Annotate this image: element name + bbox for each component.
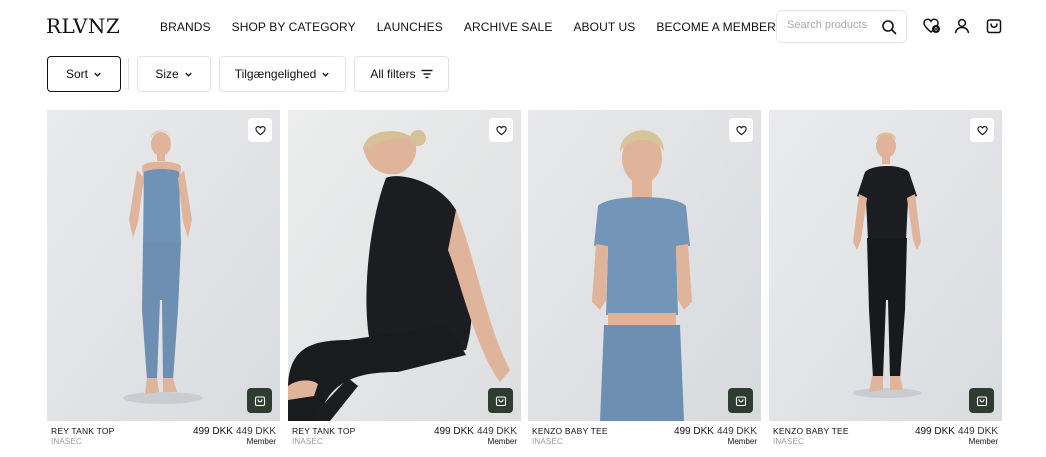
product-price: 499 DKK 449 DKK: [193, 426, 276, 437]
search-input[interactable]: [787, 19, 877, 31]
all-filters-label: All filters: [370, 67, 416, 81]
regular-price: 499 DKK: [673, 426, 714, 437]
availability-filter-button[interactable]: Tilgængelighed: [219, 56, 346, 92]
filter-lines-icon: [421, 69, 433, 79]
nav-item-shop-by-category[interactable]: SHOP BY CATEGORY: [232, 20, 356, 34]
bag-icon: [976, 395, 987, 406]
product-name[interactable]: REY TANK TOP: [51, 426, 115, 436]
nav-item-about-us[interactable]: ABOUT US: [573, 20, 635, 34]
cart-icon[interactable]: [985, 17, 1003, 35]
sort-label: Sort: [65, 67, 88, 81]
bag-icon: [495, 395, 506, 406]
wishlist-icon[interactable]: 0: [923, 17, 941, 35]
nav-item-brands[interactable]: BRANDS: [160, 20, 211, 34]
bag-icon: [254, 395, 265, 406]
all-filters-button[interactable]: All filters: [354, 56, 449, 92]
product-price: 499 DKK 449 DKK: [915, 426, 998, 437]
product-card[interactable]: REY TANK TOP INASEC 499 DKK 449 DKK Membe…: [47, 110, 280, 455]
member-price: 449 DKK: [235, 426, 276, 437]
product-price: 499 DKK 449 DKK: [674, 426, 757, 437]
add-to-cart-button[interactable]: [969, 388, 994, 413]
product-card[interactable]: KENZO BABY TEE INASEC 499 DKK 449 DKK Mem…: [769, 110, 1002, 455]
regular-price: 499 DKK: [433, 426, 474, 437]
filter-divider: [128, 58, 129, 90]
product-name[interactable]: KENZO BABY TEE: [773, 426, 849, 436]
product-price: 499 DKK 449 DKK: [434, 426, 517, 437]
chevron-down-icon: [94, 72, 101, 77]
nav-item-launches[interactable]: LAUNCHES: [377, 20, 443, 34]
regular-price: 499 DKK: [914, 426, 955, 437]
sort-button[interactable]: Sort: [47, 56, 121, 92]
site-header: RLVNZ BRANDS SHOP BY CATEGORY LAUNCHES A…: [0, 0, 1046, 54]
chevron-down-icon: [322, 72, 329, 77]
heart-icon: [976, 125, 988, 135]
add-to-cart-button[interactable]: [488, 388, 513, 413]
size-label: Size: [155, 67, 179, 81]
wishlist-count: 0: [934, 27, 937, 33]
product-brand: INASEC: [773, 437, 804, 446]
product-brand: INASEC: [292, 437, 323, 446]
account-icon[interactable]: [953, 17, 971, 35]
member-price: 449 DKK: [476, 426, 517, 437]
wishlist-button[interactable]: [248, 118, 272, 142]
member-label: Member: [968, 437, 998, 446]
product-name[interactable]: REY TANK TOP: [292, 426, 356, 436]
search-icon[interactable]: [881, 19, 897, 35]
product-brand: INASEC: [532, 437, 563, 446]
product-card[interactable]: KENZO BABY TEE INASEC 499 DKK 449 DKK Mem…: [528, 110, 761, 455]
wishlist-button[interactable]: [729, 118, 753, 142]
product-name[interactable]: KENZO BABY TEE: [532, 426, 608, 436]
add-to-cart-button[interactable]: [728, 388, 753, 413]
member-label: Member: [246, 437, 276, 446]
product-image[interactable]: [47, 110, 280, 421]
wishlist-button[interactable]: [970, 118, 994, 142]
product-image[interactable]: [528, 110, 761, 421]
product-image[interactable]: [769, 110, 1002, 421]
chevron-down-icon: [184, 72, 192, 77]
member-label: Member: [487, 437, 517, 446]
member-price: 449 DKK: [957, 426, 998, 437]
member-price: 449 DKK: [716, 426, 757, 437]
nav-item-become-a-member[interactable]: BECOME A MEMBER: [656, 20, 776, 34]
search-box: [776, 10, 907, 43]
logo[interactable]: RLVNZ: [46, 14, 120, 38]
product-brand: INASEC: [51, 437, 82, 446]
main-nav: BRANDS SHOP BY CATEGORY LAUNCHES ARCHIVE…: [160, 20, 797, 34]
product-card[interactable]: REY TANK TOP INASEC 499 DKK 449 DKK Membe…: [288, 110, 521, 455]
add-to-cart-button[interactable]: [247, 388, 272, 413]
size-filter-button[interactable]: Size: [137, 56, 211, 92]
wishlist-button[interactable]: [489, 118, 513, 142]
availability-label: Tilgængelighed: [234, 67, 317, 81]
regular-price: 499 DKK: [192, 426, 233, 437]
heart-icon: [495, 125, 507, 135]
product-image[interactable]: [288, 110, 521, 421]
bag-icon: [735, 395, 746, 406]
heart-icon: [735, 125, 747, 135]
member-label: Member: [727, 437, 757, 446]
nav-item-archive-sale[interactable]: ARCHIVE SALE: [464, 20, 553, 34]
heart-icon: [254, 125, 266, 135]
